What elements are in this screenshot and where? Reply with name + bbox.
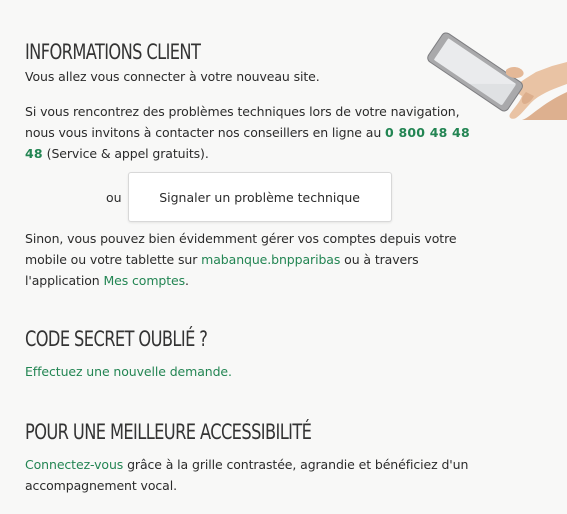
or-label: ou — [106, 189, 122, 205]
otherwise-paragraph: Sinon, vous pouvez bien évidemment gérer… — [25, 228, 485, 291]
app-link[interactable]: Mes comptes — [103, 273, 185, 288]
accessibility-section: POUR UNE MEILLEURE ACCESSIBILITÉ Connect… — [25, 418, 485, 496]
secret-code-section: CODE SECRET OUBLIÉ ? Effectuez une nouve… — [25, 325, 485, 382]
content: INFORMATIONS CLIENT Vous allez vous conn… — [25, 38, 485, 496]
accessibility-paragraph: Connectez-vous grâce à la grille contras… — [25, 454, 485, 496]
connect-text: Vous allez vous connecter à votre nouvea… — [25, 69, 320, 84]
client-info-section: INFORMATIONS CLIENT Vous allez vous conn… — [25, 38, 485, 291]
accessibility-title: POUR UNE MEILLEURE ACCESSIBILITÉ — [25, 420, 312, 444]
report-problem-button[interactable]: Signaler un problème technique — [127, 172, 392, 222]
client-info-title: INFORMATIONS CLIENT — [25, 40, 201, 64]
secret-code-title: CODE SECRET OUBLIÉ ? — [25, 327, 208, 351]
page: INFORMATIONS CLIENT Vous allez vous conn… — [0, 0, 567, 514]
phone-note: (Service & appel gratuits). — [46, 146, 209, 161]
report-row: ou Signaler un problème technique — [25, 172, 485, 222]
connect-link[interactable]: Connectez-vous — [25, 457, 123, 472]
new-request-link[interactable]: Effectuez une nouvelle demande. — [25, 364, 232, 379]
site-link[interactable]: mabanque.bnpparibas — [201, 252, 340, 267]
problems-paragraph: Si vous rencontrez des problèmes techniq… — [25, 101, 485, 164]
period: . — [185, 273, 189, 288]
